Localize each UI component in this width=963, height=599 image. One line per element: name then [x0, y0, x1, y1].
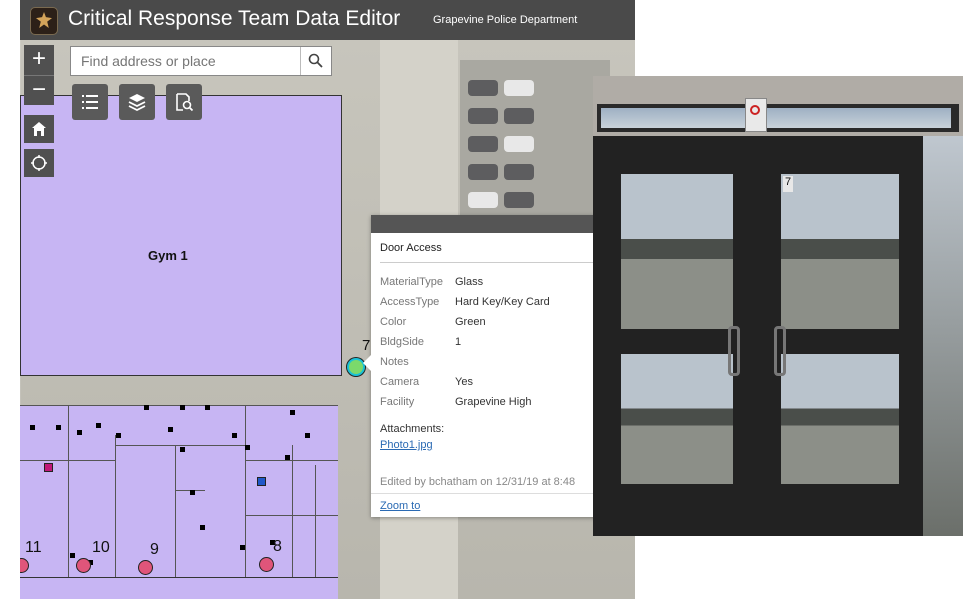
attribute-row: Camera Yes: [380, 372, 550, 392]
attribute-value: Green: [455, 316, 486, 328]
attribute-row: Facility Grapevine High: [380, 392, 550, 412]
attribute-key: MaterialType: [380, 276, 443, 288]
gym-label: Gym 1: [148, 248, 188, 263]
attribute-value: Hard Key/Key Card: [455, 296, 550, 308]
attribute-key: Facility: [380, 396, 415, 408]
layers-icon: [128, 94, 146, 112]
attribute-row: BldgSide 1: [380, 332, 550, 352]
door-number-9: 9: [150, 541, 159, 558]
legend-icon: [82, 95, 98, 109]
building-edge: [20, 577, 338, 599]
home-icon: [32, 122, 46, 136]
police-badge-icon: [30, 7, 58, 35]
attribute-table: MaterialType Glass AccessType Hard Key/K…: [380, 272, 550, 412]
attribute-key: BldgSide: [380, 336, 425, 348]
door-number-10: 10: [92, 539, 110, 556]
attribute-row: Color Green: [380, 312, 550, 332]
attribute-value: 1: [455, 336, 462, 348]
query-icon: [176, 93, 194, 112]
attribute-value: Glass: [455, 276, 484, 288]
zoom-to-link[interactable]: Zoom to: [380, 500, 420, 512]
door-handle-left: [728, 326, 740, 376]
home-button[interactable]: [24, 115, 54, 143]
attribute-key: Notes: [380, 356, 409, 368]
layers-button[interactable]: [119, 84, 155, 120]
locate-icon: [31, 155, 47, 171]
marker-magenta[interactable]: [44, 463, 53, 472]
attribute-row: Notes: [380, 352, 550, 372]
search-button[interactable]: [300, 47, 331, 75]
door-number-8: 8: [273, 538, 282, 555]
photo-door-number: 7: [783, 176, 793, 192]
search-input[interactable]: [71, 47, 301, 75]
attribute-row: MaterialType Glass: [380, 272, 550, 292]
attribute-value: [455, 352, 550, 372]
popup-title: Door Access: [380, 242, 442, 254]
door-marker-9[interactable]: [138, 560, 153, 575]
attribute-value: Grapevine High: [455, 396, 532, 408]
attachment-photo: 7: [593, 76, 963, 536]
no-smoking-sign: [745, 98, 767, 132]
edit-info: Edited by bchatham on 12/31/19 at 8:48: [380, 476, 576, 488]
zoom-control: + −: [24, 45, 54, 105]
door-number-11: 11: [25, 539, 42, 556]
zoom-in-button[interactable]: +: [24, 45, 54, 75]
locate-button[interactable]: [24, 149, 54, 177]
attribute-row: AccessType Hard Key/Key Card: [380, 292, 550, 312]
attachment-link[interactable]: Photo1.jpg: [380, 439, 433, 451]
transom-glass: [601, 108, 951, 128]
popup-divider: [380, 262, 596, 263]
popup-pointer: [363, 355, 371, 371]
popup-header-bar: [371, 215, 596, 233]
search-widget: [70, 46, 332, 76]
attribute-value: Yes: [455, 376, 473, 388]
attribute-key: AccessType: [380, 296, 440, 308]
door-frame: 7: [593, 136, 923, 536]
door-handle-right: [774, 326, 786, 376]
selected-door-number: 7: [362, 337, 371, 354]
photo-side-glass: [923, 136, 963, 536]
door-marker-8[interactable]: [259, 557, 274, 572]
popup-footer-divider: [371, 493, 596, 494]
legend-button[interactable]: [72, 84, 108, 120]
query-button[interactable]: [166, 84, 202, 120]
gym-polygon[interactable]: Gym 1: [20, 95, 342, 376]
classroom-polygons[interactable]: [20, 405, 338, 577]
feature-popup: Door Access MaterialType Glass AccessTyp…: [363, 215, 596, 517]
organization-name: Grapevine Police Department: [433, 14, 578, 26]
search-icon: [308, 53, 323, 68]
attribute-key: Color: [380, 316, 407, 328]
zoom-out-button[interactable]: −: [24, 76, 54, 106]
attribute-key: Camera: [380, 376, 420, 388]
attachments-label: Attachments:: [380, 423, 445, 435]
door-marker-10[interactable]: [76, 558, 91, 573]
app-header: Critical Response Team Data Editor Grape…: [20, 0, 635, 40]
app-title: Critical Response Team Data Editor: [68, 7, 401, 30]
marker-blue[interactable]: [257, 477, 266, 486]
